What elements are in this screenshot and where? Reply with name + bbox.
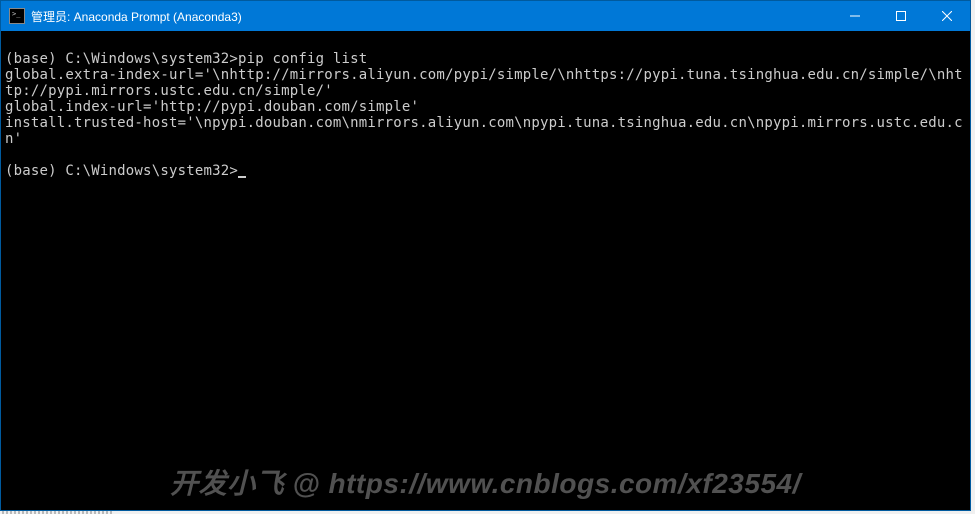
window-controls	[832, 1, 970, 31]
window-title: 管理员: Anaconda Prompt (Anaconda3)	[31, 8, 832, 25]
maximize-button[interactable]	[878, 1, 924, 31]
terminal-content[interactable]: (base) C:\Windows\system32>pip config li…	[1, 31, 970, 510]
minimize-button[interactable]	[832, 1, 878, 31]
output-line-2: global.index-url='http://pypi.douban.com…	[5, 99, 419, 115]
titlebar[interactable]: 管理员: Anaconda Prompt (Anaconda3)	[1, 1, 970, 31]
close-button[interactable]	[924, 1, 970, 31]
output-line-1: global.extra-index-url='\nhttp://mirrors…	[5, 67, 963, 99]
terminal-window: 管理员: Anaconda Prompt (Anaconda3) (base) …	[0, 0, 971, 511]
empty-line	[5, 35, 14, 51]
cursor	[238, 176, 246, 178]
prompt-1: (base) C:\Windows\system32>	[5, 51, 238, 67]
app-icon	[9, 8, 25, 24]
prompt-2: (base) C:\Windows\system32>	[5, 163, 238, 179]
output-line-3: install.trusted-host='\npypi.douban.com\…	[5, 115, 963, 147]
command-1: pip config list	[238, 51, 367, 67]
